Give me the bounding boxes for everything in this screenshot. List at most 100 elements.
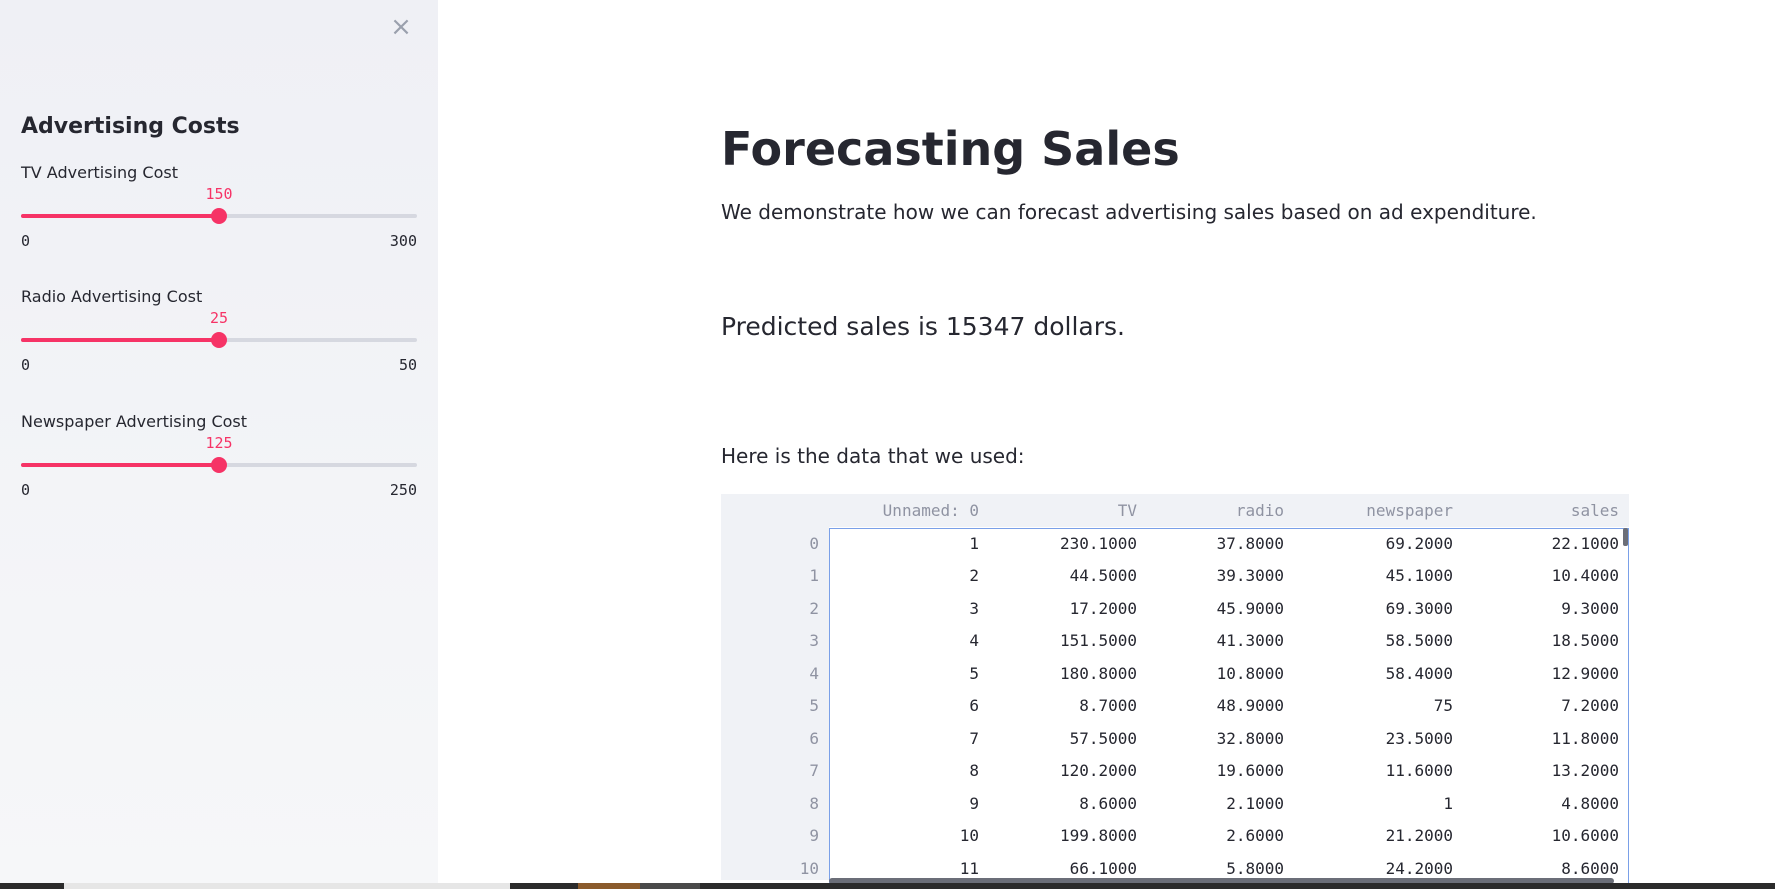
dataframe[interactable]: Unnamed: 0 TV radio newspaper sales 0 1 230.10…: [721, 494, 1629, 880]
slider-newspaper: Newspaper Advertising Cost 125 0 250: [21, 412, 417, 522]
table-cell[interactable]: 10.4000: [1463, 560, 1629, 593]
column-header[interactable]: newspaper: [1294, 494, 1463, 527]
row-index[interactable]: 10: [721, 852, 829, 880]
sidebar-title: Advertising Costs: [21, 114, 240, 139]
table-cell[interactable]: 6: [829, 690, 989, 723]
table-cell[interactable]: 5.8000: [1147, 852, 1294, 880]
row-index[interactable]: 3: [721, 624, 829, 657]
table-cell[interactable]: 45.9000: [1147, 592, 1294, 625]
table-cell[interactable]: 69.3000: [1294, 592, 1463, 625]
table-cell[interactable]: 180.8000: [989, 657, 1147, 690]
page-title: Forecasting Sales: [721, 122, 1180, 176]
table-cell[interactable]: 4.8000: [1463, 787, 1629, 820]
table-cell[interactable]: 41.3000: [1147, 625, 1294, 658]
table-row: 9 10 199.8000 2.6000 21.2000 10.6000: [721, 819, 1629, 853]
column-header[interactable]: radio: [1147, 494, 1294, 527]
slider-fill: [21, 463, 219, 467]
vertical-scrollbar[interactable]: [1623, 528, 1628, 546]
row-index[interactable]: 0: [721, 527, 829, 560]
table-cell[interactable]: 7: [829, 722, 989, 755]
table-cell[interactable]: 22.1000: [1463, 527, 1629, 560]
slider-label: Radio Advertising Cost: [21, 287, 203, 306]
row-index[interactable]: 9: [721, 819, 829, 852]
table-cell[interactable]: 57.5000: [989, 722, 1147, 755]
table-row: 7 8 120.2000 19.6000 11.6000 13.2000: [721, 754, 1629, 788]
table-cell[interactable]: 37.8000: [1147, 527, 1294, 560]
table-cell[interactable]: 58.5000: [1294, 625, 1463, 658]
row-index[interactable]: 8: [721, 787, 829, 820]
table-cell[interactable]: 10.8000: [1147, 657, 1294, 690]
sidebar: × Advertising Costs TV Advertising Cost …: [0, 0, 438, 883]
taskbar-segment: [578, 883, 640, 889]
table-cell[interactable]: 17.2000: [989, 592, 1147, 625]
row-index[interactable]: 4: [721, 657, 829, 690]
table-cell[interactable]: 9: [829, 787, 989, 820]
table-cell[interactable]: 199.8000: [989, 820, 1147, 853]
table-cell[interactable]: 48.9000: [1147, 690, 1294, 723]
table-cell[interactable]: 7.2000: [1463, 690, 1629, 723]
row-index[interactable]: 1: [721, 559, 829, 592]
table-cell[interactable]: 21.2000: [1294, 820, 1463, 853]
table-cell[interactable]: 75: [1294, 690, 1463, 723]
table-cell[interactable]: 8.7000: [989, 690, 1147, 723]
slider-tv: TV Advertising Cost 150 0 300: [21, 163, 417, 273]
table-cell[interactable]: 8.6000: [989, 787, 1147, 820]
table-cell[interactable]: 11.6000: [1294, 755, 1463, 788]
table-cell[interactable]: 23.5000: [1294, 722, 1463, 755]
column-header[interactable]: sales: [1463, 494, 1629, 527]
slider-track[interactable]: [21, 208, 417, 224]
table-cell[interactable]: 3: [829, 592, 989, 625]
table-cell[interactable]: 230.1000: [989, 527, 1147, 560]
table-cell[interactable]: 2.6000: [1147, 820, 1294, 853]
slider-track[interactable]: [21, 457, 417, 473]
slider-track[interactable]: [21, 332, 417, 348]
table-cell[interactable]: 44.5000: [989, 560, 1147, 593]
slider-thumb[interactable]: [211, 208, 227, 224]
table-cell[interactable]: 19.6000: [1147, 755, 1294, 788]
slider-min: 0: [21, 481, 31, 499]
table-cell[interactable]: 1: [1294, 787, 1463, 820]
table-cell[interactable]: 45.1000: [1294, 560, 1463, 593]
table-cell[interactable]: 32.8000: [1147, 722, 1294, 755]
table-cell[interactable]: 11: [829, 852, 989, 880]
row-index[interactable]: 6: [721, 722, 829, 755]
row-index[interactable]: 2: [721, 592, 829, 625]
table-row: 6 7 57.5000 32.8000 23.5000 11.8000: [721, 722, 1629, 755]
data-table: Unnamed: 0 TV radio newspaper sales 0 1 230.10…: [721, 494, 1629, 880]
index-header[interactable]: [721, 494, 829, 527]
table-cell[interactable]: 8.6000: [1463, 852, 1629, 880]
column-header[interactable]: Unnamed: 0: [829, 494, 989, 527]
row-index[interactable]: 7: [721, 754, 829, 787]
row-index[interactable]: 5: [721, 689, 829, 722]
table-cell[interactable]: 12.9000: [1463, 657, 1629, 690]
table-row: 8 9 8.6000 2.1000 1 4.8000: [721, 787, 1629, 820]
table-cell[interactable]: 2: [829, 560, 989, 593]
slider-fill: [21, 338, 219, 342]
slider-thumb[interactable]: [211, 332, 227, 348]
table-cell[interactable]: 120.2000: [989, 755, 1147, 788]
table-cell[interactable]: 69.2000: [1294, 527, 1463, 560]
table-cell[interactable]: 1: [829, 527, 989, 560]
table-cell[interactable]: 4: [829, 625, 989, 658]
table-cell[interactable]: 13.2000: [1463, 755, 1629, 788]
slider-value: 150: [205, 185, 233, 203]
table-cell[interactable]: 8: [829, 755, 989, 788]
table-cell[interactable]: 5: [829, 657, 989, 690]
table-cell[interactable]: 18.5000: [1463, 625, 1629, 658]
slider-value: 125: [205, 434, 233, 452]
close-icon[interactable]: ×: [388, 14, 414, 40]
table-cell[interactable]: 24.2000: [1294, 852, 1463, 880]
table-cell[interactable]: 66.1000: [989, 852, 1147, 880]
table-cell[interactable]: 11.8000: [1463, 722, 1629, 755]
slider-thumb[interactable]: [211, 457, 227, 473]
table-row: 10 11 66.1000 5.8000 24.2000 8.6000: [721, 852, 1629, 880]
column-header[interactable]: TV: [989, 494, 1147, 527]
table-cell[interactable]: 10: [829, 820, 989, 853]
table-cell[interactable]: 39.3000: [1147, 560, 1294, 593]
table-cell[interactable]: 10.6000: [1463, 820, 1629, 853]
table-cell[interactable]: 9.3000: [1463, 592, 1629, 625]
slider-max: 300: [389, 232, 417, 250]
table-cell[interactable]: 151.5000: [989, 625, 1147, 658]
table-cell[interactable]: 58.4000: [1294, 657, 1463, 690]
table-cell[interactable]: 2.1000: [1147, 787, 1294, 820]
